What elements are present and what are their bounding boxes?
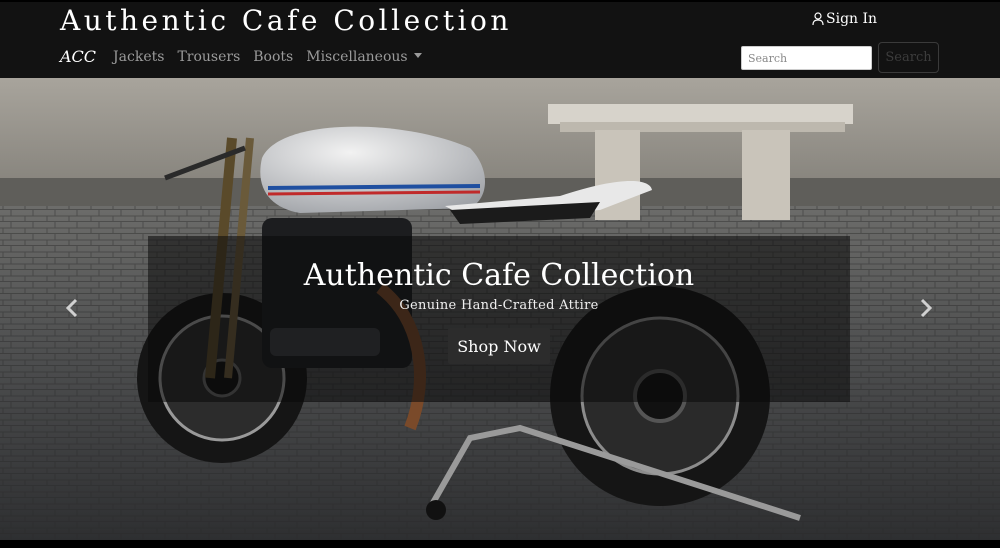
nav-brand[interactable]: ACC bbox=[60, 47, 96, 66]
navbar: Authentic Cafe Collection Sign In ACC Ja… bbox=[0, 0, 1000, 78]
person-icon bbox=[812, 12, 824, 26]
main-nav: ACC Jackets Trousers Boots Miscellaneous bbox=[60, 47, 435, 66]
nav-item-trousers[interactable]: Trousers bbox=[177, 49, 240, 65]
hero-caption: Authentic Cafe Collection Genuine Hand-C… bbox=[148, 236, 850, 402]
nav-item-miscellaneous[interactable]: Miscellaneous bbox=[306, 48, 422, 65]
hero-carousel: Authentic Cafe Collection Genuine Hand-C… bbox=[0, 78, 1000, 540]
sign-in-link[interactable]: Sign In bbox=[812, 11, 877, 27]
brand-title[interactable]: Authentic Cafe Collection bbox=[60, 4, 512, 37]
search-button[interactable]: Search bbox=[878, 42, 939, 73]
nav-item-jackets[interactable]: Jackets bbox=[113, 49, 164, 65]
nav-item-boots[interactable]: Boots bbox=[253, 49, 293, 65]
hero-title: Authentic Cafe Collection bbox=[303, 258, 695, 293]
search-input[interactable] bbox=[741, 46, 872, 70]
hero-subtitle: Genuine Hand-Crafted Attire bbox=[399, 298, 599, 313]
nav-item-miscellaneous-label: Miscellaneous bbox=[306, 48, 408, 65]
carousel-prev-button[interactable] bbox=[62, 296, 82, 320]
chevron-right-icon bbox=[920, 298, 933, 318]
shop-now-button[interactable]: Shop Now bbox=[448, 328, 550, 364]
chevron-left-icon bbox=[65, 298, 78, 318]
carousel-next-button[interactable] bbox=[916, 296, 936, 320]
footer-strip bbox=[0, 540, 1000, 548]
sign-in-label: Sign In bbox=[826, 11, 878, 27]
caret-down-icon bbox=[413, 52, 422, 58]
